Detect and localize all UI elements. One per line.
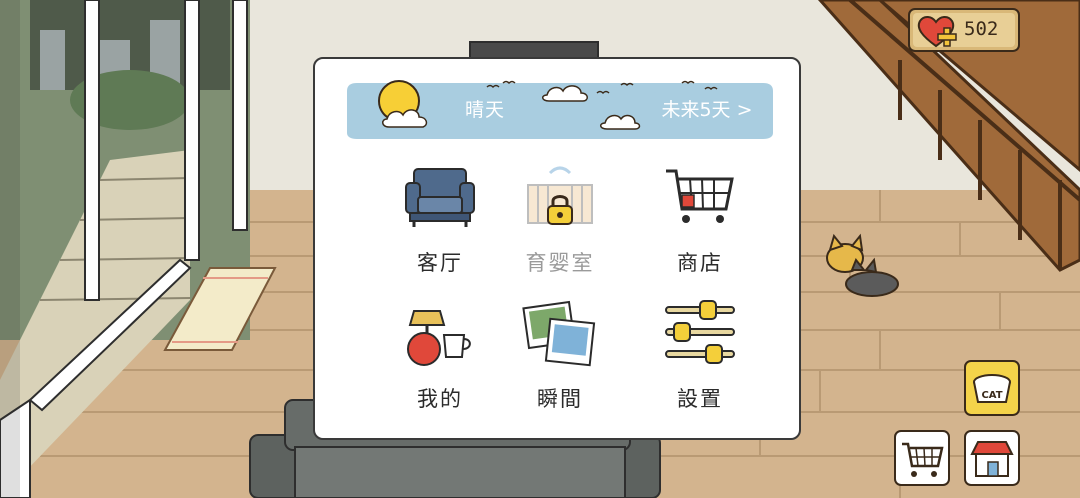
heart-count: 502 [964,18,999,40]
photos-icon [522,300,596,367]
menu-label-nursery: 育婴室 [525,251,595,275]
shopping-cart-icon [666,169,734,223]
living-room-button[interactable]: 客厅 [375,159,505,279]
weather-condition: 晴天 [465,99,506,121]
forecast-button[interactable]: 未来5天 > [651,92,763,128]
menu-label-settings: 設置 [677,387,723,411]
nursery-button[interactable]: 育婴室 [495,159,625,279]
shop-button[interactable]: 商店 [635,159,765,279]
menu-label-shop: 商店 [677,251,723,275]
sofa-icon [405,168,475,227]
shop-house-button[interactable] [964,430,1020,486]
lamp-teacup-icon [407,310,471,366]
menu-label-mine: 我的 [417,387,463,411]
main-menu-panel: 晴天 未来5天 > 客厅 育婴室 商店 我的 瞬間 設置 [313,57,801,440]
sliders-icon [665,300,735,364]
lock-icon [547,195,573,225]
mine-button[interactable]: 我的 [375,295,505,415]
cat-food-button[interactable]: CAT [964,360,1020,416]
menu-label-moments: 瞬間 [537,387,583,411]
shopping-cart-button[interactable] [894,430,950,486]
settings-button[interactable]: 設置 [635,295,765,415]
moments-button[interactable]: 瞬間 [495,295,625,415]
cat-food-label: CAT [981,390,1002,401]
menu-label-living-room: 客厅 [417,251,463,275]
